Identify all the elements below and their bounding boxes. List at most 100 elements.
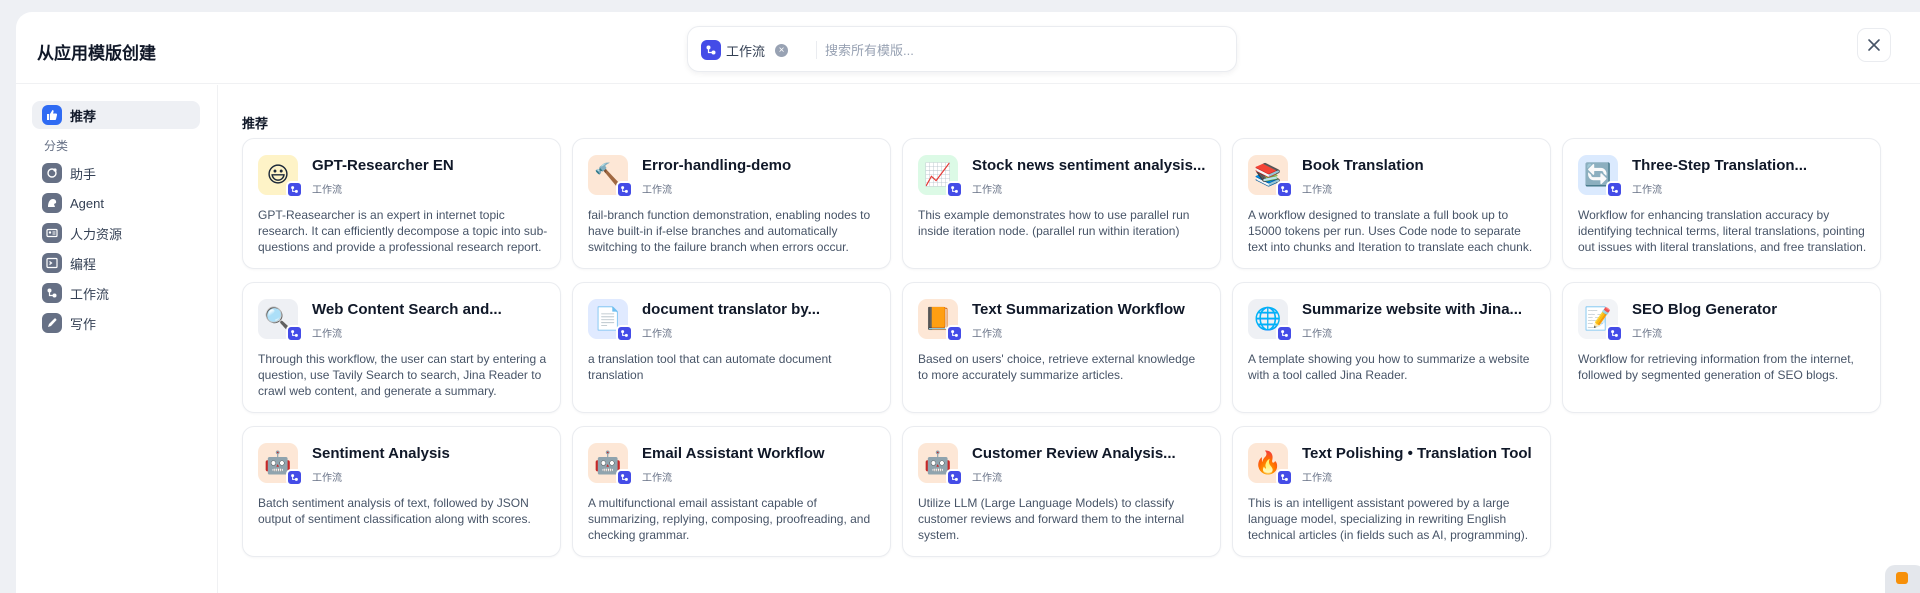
workflow-badge-icon <box>1276 181 1293 198</box>
template-card[interactable]: 🔨 Error-handling-demo 工作流 fail-branch funct… <box>572 138 891 269</box>
sidebar-item-writing[interactable]: 写作 <box>32 309 200 337</box>
card-description: Based on users' choice, retrieve externa… <box>918 352 1196 382</box>
template-card[interactable]: 🤖 Sentiment Analysis 工作流 Batch sentiment an… <box>242 426 561 557</box>
card-description: A workflow designed to translate a full … <box>1248 208 1533 254</box>
card-title: Error-handling-demo <box>642 157 792 174</box>
notification-icon <box>1896 572 1908 584</box>
sidebar-item-label: 推荐 <box>70 108 97 124</box>
card-title: Customer Review Analysis... <box>972 445 1176 462</box>
card-type: 工作流 <box>1632 329 1662 340</box>
hr-icon <box>42 223 62 243</box>
card-type: 工作流 <box>642 185 672 196</box>
search-input[interactable] <box>825 35 1215 65</box>
close-icon <box>1868 39 1880 51</box>
workflow-badge-icon <box>616 469 633 486</box>
card-title: Book Translation <box>1302 157 1424 174</box>
card-type: 工作流 <box>312 473 342 484</box>
sidebar-item-programming[interactable]: 编程 <box>32 249 200 277</box>
card-type: 工作流 <box>312 185 342 196</box>
card-description: GPT-Reasearcher is an expert in internet… <box>258 208 548 254</box>
sidebar-item-workflow[interactable]: 工作流 <box>32 279 200 307</box>
card-description: A multifunctional email assistant capabl… <box>588 496 871 542</box>
card-title: SEO Blog Generator <box>1632 301 1778 318</box>
template-card[interactable]: 🔍 Web Content Search and... 工作流 Through thi… <box>242 282 561 413</box>
template-card[interactable]: 🔄 Three-Step Translation... 工作流 Workflow fo… <box>1562 138 1881 269</box>
template-modal: 从应用模版创建 工作流 × 推荐 分类 <box>16 12 1920 593</box>
workflow-badge-icon <box>286 181 303 198</box>
card-description: Workflow for enhancing translation accur… <box>1578 208 1867 254</box>
sidebar-item-label: Agent <box>70 195 104 211</box>
category-section-label: 分类 <box>44 139 69 153</box>
thumbs-up-icon <box>42 105 62 125</box>
template-card[interactable]: 📈 Stock news sentiment analysis... 工作流 This… <box>902 138 1221 269</box>
card-type: 工作流 <box>312 329 342 340</box>
template-card[interactable]: 🤖 Customer Review Analysis... 工作流 Utilize L… <box>902 426 1221 557</box>
workflow-badge-icon <box>616 325 633 342</box>
card-title: Text Summarization Workflow <box>972 301 1185 318</box>
sidebar-item-hr[interactable]: 人力资源 <box>32 219 200 247</box>
filter-chip-label: 工作流 <box>726 43 766 59</box>
card-title: Text Polishing • Translation Tool <box>1302 445 1532 462</box>
workflow-badge-icon <box>1606 325 1623 342</box>
sidebar-item-recommended[interactable]: 推荐 <box>32 101 200 129</box>
template-card[interactable]: 📝 SEO Blog Generator 工作流 Workflow for retri… <box>1562 282 1881 413</box>
card-title: GPT-Researcher EN <box>312 157 454 174</box>
template-card[interactable]: 😃 GPT-Researcher EN 工作流 GPT-Reasearcher is … <box>242 138 561 269</box>
card-description: fail-branch function demonstration, enab… <box>588 208 871 254</box>
card-description: a translation tool that can automate doc… <box>588 352 832 382</box>
template-card[interactable]: 📙 Text Summarization Workflow 工作流 Based on … <box>902 282 1221 413</box>
card-title: Sentiment Analysis <box>312 445 450 462</box>
card-type: 工作流 <box>1302 473 1332 484</box>
sidebar-item-label: 人力资源 <box>70 226 123 242</box>
assistant-icon <box>42 163 62 183</box>
card-title: Email Assistant Workflow <box>642 445 825 462</box>
workflow-badge-icon <box>286 469 303 486</box>
sidebar-item-label: 编程 <box>70 256 97 272</box>
template-list: 推荐 😃 GPT-Researcher EN 工作流 GPT-Reasearcher … <box>219 85 1920 593</box>
card-title: document translator by... <box>642 301 821 318</box>
card-title: Summarize website with Jina... <box>1302 301 1523 318</box>
workflow-badge-icon <box>946 325 963 342</box>
card-description: Utilize LLM (Large Language Models) to c… <box>918 496 1185 542</box>
filter-chip[interactable]: 工作流 × <box>701 39 789 61</box>
close-button[interactable] <box>1857 28 1891 62</box>
template-card[interactable]: 🌐 Summarize website with Jina... 工作流 A temp… <box>1232 282 1551 413</box>
sidebar-item-label: 写作 <box>70 316 97 332</box>
template-card[interactable]: 📚 Book Translation 工作流 A workflow designed … <box>1232 138 1551 269</box>
card-description: Batch sentiment analysis of text, follow… <box>258 496 531 526</box>
card-type: 工作流 <box>972 185 1002 196</box>
pen-icon <box>42 313 62 333</box>
template-card[interactable]: 🔥 Text Polishing • Translation Tool 工作流 Thi… <box>1232 426 1551 557</box>
modal-title: 从应用模版创建 <box>37 44 156 63</box>
workflow-badge-icon <box>1276 325 1293 342</box>
card-type: 工作流 <box>972 473 1002 484</box>
card-type: 工作流 <box>642 473 672 484</box>
workflow-icon <box>701 40 721 60</box>
clear-filter-icon[interactable]: × <box>775 43 789 57</box>
section-title: 推荐 <box>242 116 269 131</box>
card-description: This is an intelligent assistant powered… <box>1248 496 1529 542</box>
search-bar[interactable]: 工作流 × <box>687 26 1237 72</box>
workflow-badge-icon <box>616 181 633 198</box>
modal-header: 从应用模版创建 工作流 × <box>16 12 1920 84</box>
workflow-badge-icon <box>1606 181 1623 198</box>
card-title: Web Content Search and... <box>312 301 502 318</box>
template-card[interactable]: 📄 document translator by... 工作流 a translati… <box>572 282 891 413</box>
sidebar-item-agent[interactable]: Agent <box>32 189 200 217</box>
agent-icon <box>42 193 62 213</box>
card-description: Through this workflow, the user can star… <box>258 352 547 398</box>
terminal-icon <box>42 253 62 273</box>
card-description: Workflow for retrieving information from… <box>1578 352 1854 382</box>
sidebar-item-label: 助手 <box>70 166 97 182</box>
search-divider <box>816 41 817 59</box>
card-type: 工作流 <box>972 329 1002 340</box>
workflow-badge-icon <box>946 181 963 198</box>
workflow-badge-icon <box>286 325 303 342</box>
card-title: Three-Step Translation... <box>1632 157 1808 174</box>
card-type: 工作流 <box>1302 329 1332 340</box>
card-title: Stock news sentiment analysis... <box>972 157 1206 174</box>
sidebar-item-assistant[interactable]: 助手 <box>32 159 200 187</box>
card-description: This example demonstrates how to use par… <box>918 208 1190 238</box>
template-card[interactable]: 🤖 Email Assistant Workflow 工作流 A multifunct… <box>572 426 891 557</box>
card-type: 工作流 <box>642 329 672 340</box>
